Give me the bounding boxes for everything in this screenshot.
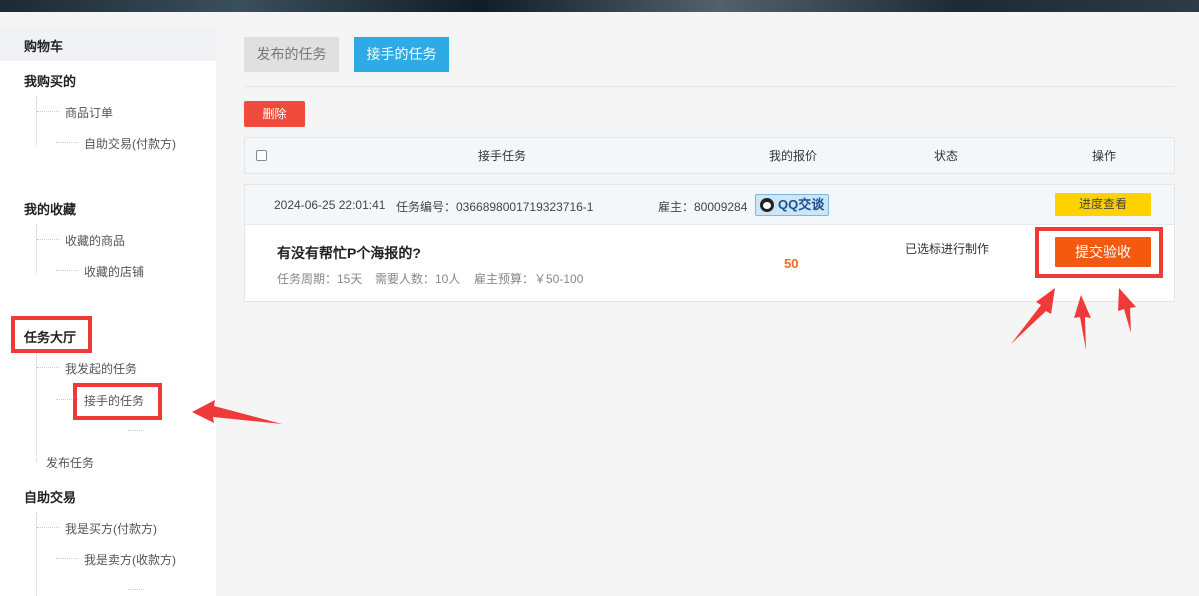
- order-employer: 雇主：80009284: [658, 200, 748, 214]
- header-status: 状态: [934, 149, 959, 163]
- header-actions: 操作: [1092, 149, 1117, 163]
- tree-line: [56, 270, 78, 271]
- sidebar-item-seller[interactable]: 我是卖方(收款方): [84, 551, 176, 568]
- sidebar: 购物车 我购买的 商品订单 自助交易(付款方) 我的收藏 收藏的商品 收藏的店铺…: [0, 26, 216, 596]
- view-progress-button[interactable]: 进度查看: [1055, 193, 1151, 216]
- header-accepted-task: 接手任务: [478, 149, 527, 163]
- tree-line: [36, 96, 37, 146]
- tab-published-tasks[interactable]: 发布的任务: [244, 37, 339, 72]
- qq-chat-label: QQ交谈: [778, 197, 825, 212]
- task-people: 需要人数：10人: [375, 272, 461, 286]
- top-banner: [0, 0, 1199, 12]
- tree-line: [37, 527, 59, 528]
- my-quote-value: 50: [784, 256, 799, 271]
- task-period: 任务周期：15天: [277, 272, 363, 286]
- sidebar-item-publish-task[interactable]: 发布任务: [46, 454, 94, 471]
- tree-line: [37, 239, 59, 240]
- tree-line: [56, 558, 78, 559]
- sidebar-head-bought[interactable]: 我购买的: [24, 71, 76, 90]
- tree-line: [36, 224, 37, 274]
- sidebar-cart-label: 购物车: [24, 39, 64, 54]
- highlight-box-task-hall: [11, 316, 92, 353]
- task-status: 已选标进行制作: [905, 242, 990, 256]
- sidebar-item-my-tasks[interactable]: 我发起的任务: [65, 360, 137, 377]
- sidebar-head-favorites[interactable]: 我的收藏: [24, 199, 76, 218]
- highlight-box-submit: [1035, 227, 1163, 278]
- tabs-divider: [244, 86, 1175, 87]
- qq-penguin-icon: [760, 198, 774, 212]
- sidebar-cart[interactable]: 购物车: [0, 26, 216, 61]
- task-budget: 雇主预算：￥50-100: [474, 272, 584, 286]
- tree-line: [56, 142, 78, 143]
- header-my-quote: 我的报价: [769, 149, 818, 163]
- qq-chat-button[interactable]: QQ交谈: [755, 194, 829, 216]
- tree-line: [37, 111, 59, 112]
- delete-button[interactable]: 删除: [244, 101, 305, 127]
- tree-line: [128, 589, 144, 590]
- task-title[interactable]: 有没有帮忙P个海报的?: [277, 243, 421, 263]
- tree-line: [128, 430, 144, 431]
- tree-line: [37, 367, 59, 368]
- table-header: 接手任务 我的报价 状态 操作: [244, 137, 1175, 174]
- sidebar-item-fav-goods[interactable]: 收藏的商品: [65, 232, 125, 249]
- tree-line: [36, 352, 37, 462]
- sidebar-item-fav-shops[interactable]: 收藏的店铺: [84, 263, 144, 280]
- tab-accepted-tasks[interactable]: 接手的任务: [354, 37, 449, 72]
- order-datetime: 2024-06-25 22:01:41: [274, 198, 386, 212]
- order-task-number: 任务编号：0366898001719323716-1: [396, 200, 594, 214]
- arrow-to-submit-middle: [1074, 295, 1091, 350]
- order-header: 2024-06-25 22:01:41 任务编号：036689800171932…: [245, 185, 1174, 225]
- sidebar-item-buyer[interactable]: 我是买方(付款方): [65, 520, 157, 537]
- sidebar-head-self-trade[interactable]: 自助交易: [24, 487, 76, 506]
- select-all-checkbox[interactable]: [256, 150, 267, 161]
- sidebar-item-orders[interactable]: 商品订单: [65, 104, 113, 121]
- tree-line: [36, 512, 37, 596]
- sidebar-item-self-trade-payer[interactable]: 自助交易(付款方): [84, 135, 176, 152]
- highlight-box-accepted-tasks: [73, 383, 162, 420]
